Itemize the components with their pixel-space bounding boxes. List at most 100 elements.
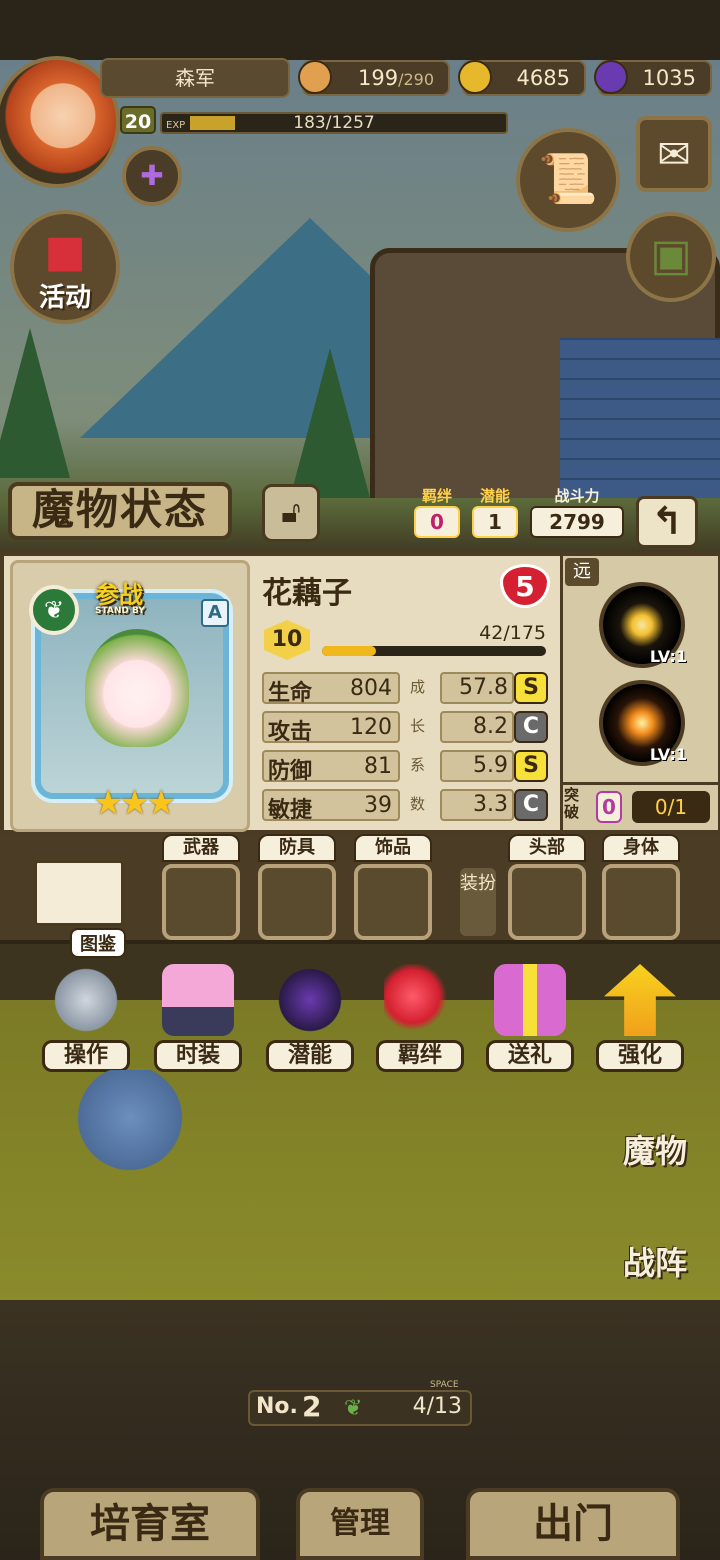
monster-status-panel: ❦ 参战 STAND BY A ★★★ 花藕子 5 10 42/175 生命 8… bbox=[0, 552, 720, 834]
potential-menu-label: 潜能 bbox=[266, 1040, 354, 1072]
skill-2-level: LV:1 bbox=[649, 745, 687, 764]
potential-button[interactable]: 潜能 bbox=[260, 964, 360, 1072]
monster-name: 花藕子 bbox=[262, 576, 352, 611]
house-roof bbox=[560, 338, 720, 498]
bottom-bar: No. 2 ❦ SPACE 4/13 培育室 管理 出门 bbox=[0, 1300, 720, 1560]
monster-exp-fill bbox=[322, 646, 376, 656]
envelope-icon: ✉ bbox=[657, 132, 691, 178]
growth-caption-char: 成 bbox=[410, 678, 426, 696]
quest-scroll-button[interactable]: 📜 bbox=[516, 128, 620, 232]
monster-name-row: 花藕子 5 bbox=[254, 560, 554, 611]
growth-value: 8.2 bbox=[440, 711, 514, 743]
stat-name: 防御 bbox=[268, 759, 313, 784]
breeding-room-button[interactable]: 培育室 bbox=[40, 1488, 260, 1560]
grade-badge: C bbox=[514, 789, 548, 821]
player-level: 20 bbox=[120, 106, 156, 134]
head-slot[interactable] bbox=[508, 864, 586, 940]
breakthrough-row[interactable]: 突破 0 0/1 bbox=[560, 782, 718, 828]
bond-label: 羁绊 bbox=[421, 487, 452, 505]
growth-caption-char: 数 bbox=[410, 795, 426, 813]
encyclopedia-button[interactable]: 图鉴 bbox=[30, 854, 130, 958]
breeding-room-label: 培育室 bbox=[90, 1501, 210, 1547]
stat-box: 敏捷 39 bbox=[262, 789, 400, 823]
go-out-button[interactable]: 出门 bbox=[466, 1488, 680, 1560]
accessory-slot[interactable] bbox=[354, 864, 432, 940]
breakthrough-count: 0 bbox=[596, 791, 622, 823]
slot-label-body: 身体 bbox=[602, 834, 680, 862]
bond-menu-label: 羁绊 bbox=[376, 1040, 464, 1072]
bond-button[interactable]: 羁绊 bbox=[370, 964, 470, 1072]
monster-exp-bar bbox=[322, 646, 546, 656]
formation-portraits-icon bbox=[600, 1196, 710, 1238]
standby-label: 参战 bbox=[95, 581, 143, 609]
stat-name: 生命 bbox=[268, 681, 313, 706]
slot-label-accessory: 饰品 bbox=[354, 834, 432, 862]
portrait-frame: ❦ 参战 STAND BY A ★★★ bbox=[10, 560, 250, 832]
manage-label: 管理 bbox=[330, 1506, 390, 1541]
mail-button[interactable]: ✉ bbox=[636, 116, 712, 192]
gear-icon bbox=[50, 964, 122, 1036]
gift-box-icon bbox=[494, 964, 566, 1036]
scroll-quill-icon: 📜 bbox=[538, 151, 598, 207]
breakthrough-label: 突破 bbox=[564, 786, 580, 821]
open-book-icon bbox=[34, 860, 124, 926]
power-value: 2799 bbox=[530, 506, 624, 538]
stat-value: 804 bbox=[350, 676, 392, 701]
lock-button[interactable]: 🔓︎ bbox=[262, 484, 320, 542]
body-slot[interactable] bbox=[602, 864, 680, 940]
range-tag: 远 bbox=[565, 558, 599, 586]
backpack-icon: ▣ bbox=[650, 230, 692, 281]
monster-level-badge: 10 bbox=[264, 620, 310, 660]
skill-2-button[interactable]: LV:1 bbox=[599, 680, 687, 766]
gold-counter: 4685 bbox=[458, 60, 586, 96]
formation-button[interactable]: 战阵 bbox=[600, 1196, 710, 1286]
potential-stat: 潜能 1 bbox=[472, 488, 518, 538]
back-arrow-icon: ↰ bbox=[651, 499, 683, 543]
activity-button[interactable]: ■ 活动 bbox=[10, 210, 120, 324]
status-header: 魔物状态 🔓︎ 羁绊 0 潜能 1 战斗力 2799 ↰ bbox=[0, 480, 720, 560]
bond-stat: 羁绊 0 bbox=[414, 488, 460, 538]
skill-1-button[interactable]: LV:1 bbox=[599, 582, 687, 668]
manage-button[interactable]: 管理 bbox=[296, 1488, 424, 1560]
stat-box: 攻击 120 bbox=[262, 711, 400, 745]
up-arrows-icon bbox=[604, 964, 676, 1036]
buy-gems-button[interactable]: ✚ bbox=[122, 146, 182, 206]
operate-button[interactable]: 操作 bbox=[36, 964, 136, 1072]
operate-label: 操作 bbox=[42, 1040, 130, 1072]
back-button[interactable]: ↰ bbox=[636, 496, 698, 548]
armor-slot[interactable] bbox=[258, 864, 336, 940]
gold-value: 4685 bbox=[516, 66, 570, 90]
leaf-element-icon: ❦ bbox=[29, 585, 79, 635]
leaf-icon: ❦ bbox=[344, 1396, 363, 1421]
gold-coin-icon bbox=[458, 60, 492, 94]
potential-value: 1 bbox=[472, 506, 518, 538]
gem-plus-icon: ✚ bbox=[140, 159, 164, 192]
pine-tree bbox=[290, 348, 370, 498]
stat-name: 敏捷 bbox=[268, 798, 313, 823]
go-out-label: 出门 bbox=[533, 1501, 613, 1547]
gift-button[interactable]: 送礼 bbox=[480, 964, 580, 1072]
weapon-slot[interactable] bbox=[162, 864, 240, 940]
slot-label-head: 头部 bbox=[508, 834, 586, 862]
growth-value: 3.3 bbox=[440, 789, 514, 821]
monsters-label: 魔物 bbox=[622, 1132, 687, 1170]
slot-label-weapon: 武器 bbox=[162, 834, 240, 862]
fashion-label: 时装 bbox=[154, 1040, 242, 1072]
gift-label: 送礼 bbox=[486, 1040, 574, 1072]
monsters-button[interactable]: 魔物 bbox=[600, 1080, 710, 1170]
bag-button[interactable]: ▣ bbox=[626, 212, 716, 302]
power-stat: 战斗力 2799 bbox=[530, 488, 624, 538]
equipment-bar: 图鉴 武器 防具 饰品 装扮 头部 身体 bbox=[0, 834, 720, 958]
fashion-button[interactable]: 时装 bbox=[148, 964, 248, 1072]
rank-badge: A bbox=[201, 599, 229, 627]
monster-character-art bbox=[85, 629, 189, 747]
field-slime-monster[interactable] bbox=[70, 1070, 190, 1190]
top-bar bbox=[0, 0, 720, 60]
gem-value: 1035 bbox=[642, 66, 696, 90]
dress-up-label: 装扮 bbox=[460, 868, 496, 936]
skill-1-level: LV:1 bbox=[649, 647, 687, 666]
upgrade-button[interactable]: 强化 bbox=[590, 964, 690, 1072]
padlock-icon: 🔓︎ bbox=[281, 495, 301, 530]
heart-level-badge: 5 bbox=[500, 564, 550, 608]
monster-portraits-icon bbox=[600, 1080, 710, 1126]
